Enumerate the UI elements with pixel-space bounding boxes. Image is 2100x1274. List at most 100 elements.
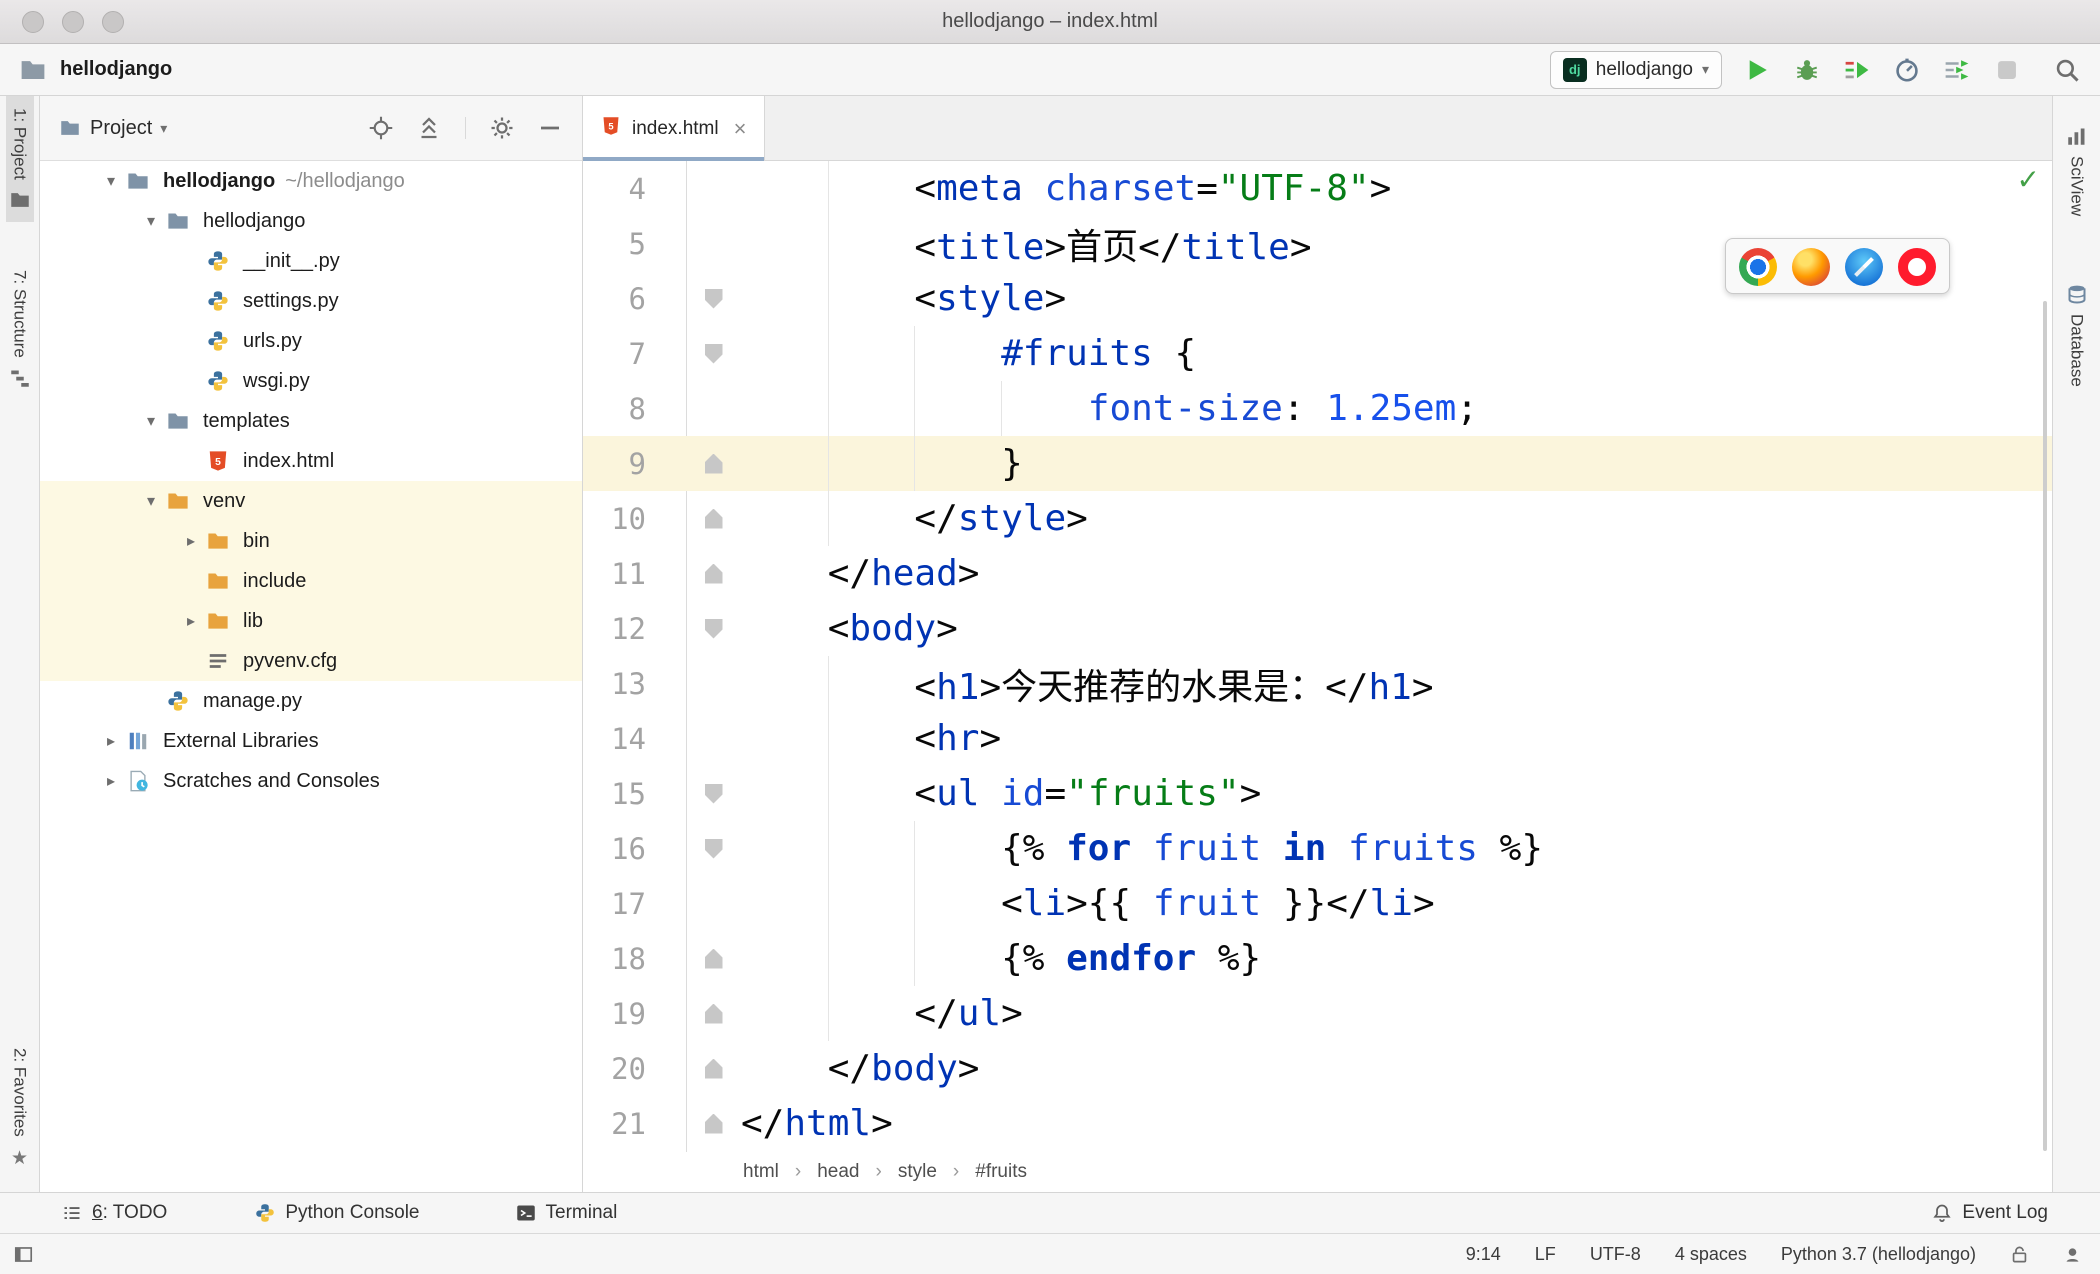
file-encoding[interactable]: UTF-8 <box>1590 1244 1641 1265</box>
hide-panel-icon[interactable] <box>538 116 562 140</box>
tree-item-settings-py[interactable]: settings.py <box>40 281 582 321</box>
fold-column[interactable] <box>686 1058 741 1079</box>
fold-column[interactable] <box>686 288 741 309</box>
opera-browser-icon[interactable] <box>1898 248 1936 286</box>
close-tab-icon[interactable]: × <box>734 116 747 142</box>
fold-column[interactable] <box>686 453 741 474</box>
editor-line-16[interactable]: 16 {% for fruit in fruits %} <box>583 821 2052 876</box>
editor-line-12[interactable]: 12 <body> <box>583 601 2052 656</box>
zoom-window-button[interactable] <box>102 11 124 33</box>
tree-item-manage-py[interactable]: manage.py <box>40 681 582 721</box>
tree-item--init-py[interactable]: __init__.py <box>40 241 582 281</box>
tree-item-bin[interactable]: ▸ bin <box>40 521 582 561</box>
debug-button[interactable] <box>1792 55 1822 85</box>
fold-column[interactable] <box>686 1003 741 1024</box>
tree-item-pyvenv-cfg[interactable]: pyvenv.cfg <box>40 641 582 681</box>
tree-item-templates[interactable]: ▾ templates <box>40 401 582 441</box>
sidebar-tab-project[interactable]: 1: Project <box>5 96 34 222</box>
tree-item-external-libraries[interactable]: ▸ External Libraries <box>40 721 582 761</box>
tree-right-arrow-icon[interactable]: ▸ <box>95 731 127 751</box>
tree-item-index-html[interactable]: 5 index.html <box>40 441 582 481</box>
python-console-tool-button[interactable]: Python Console <box>255 1202 420 1224</box>
todo-tool-button[interactable]: 6: TODO <box>62 1202 167 1224</box>
locate-file-icon[interactable] <box>369 116 393 140</box>
fold-column[interactable] <box>686 563 741 584</box>
tree-down-arrow-icon[interactable]: ▾ <box>135 211 167 231</box>
editor-line-14[interactable]: 14 <hr> <box>583 711 2052 766</box>
fold-marker-down-icon[interactable] <box>704 838 723 859</box>
line-ending[interactable]: LF <box>1535 1244 1556 1265</box>
breadcrumb-item--fruits[interactable]: #fruits <box>975 1161 1027 1183</box>
editor-line-20[interactable]: 20 </body> <box>583 1041 2052 1096</box>
run-button[interactable] <box>1742 55 1772 85</box>
tree-down-arrow-icon[interactable]: ▾ <box>135 491 167 511</box>
caret-position[interactable]: 9:14 <box>1466 1244 1501 1265</box>
fold-marker-up-icon[interactable] <box>704 453 723 474</box>
sidebar-tab-sciview[interactable]: SciView <box>2063 114 2091 228</box>
breadcrumb-item-head[interactable]: head <box>817 1161 859 1183</box>
firefox-browser-icon[interactable] <box>1792 248 1830 286</box>
fold-column[interactable] <box>686 783 741 804</box>
fold-marker-up-icon[interactable] <box>704 508 723 529</box>
fold-column[interactable] <box>686 508 741 529</box>
tree-item-venv[interactable]: ▾ venv <box>40 481 582 521</box>
tree-item-include[interactable]: include <box>40 561 582 601</box>
editor-scrollbar[interactable] <box>2043 301 2047 1151</box>
indent-setting[interactable]: 4 spaces <box>1675 1244 1747 1265</box>
fold-marker-up-icon[interactable] <box>704 1113 723 1134</box>
tree-item-lib[interactable]: ▸ lib <box>40 601 582 641</box>
fold-marker-up-icon[interactable] <box>704 563 723 584</box>
tree-right-arrow-icon[interactable]: ▸ <box>175 611 207 631</box>
chrome-browser-icon[interactable] <box>1739 248 1777 286</box>
tree-down-arrow-icon[interactable]: ▾ <box>135 411 167 431</box>
tree-item-hellodjango[interactable]: ▾ hellodjango <box>40 201 582 241</box>
inspections-ok-icon[interactable]: ✓ <box>2017 163 2040 196</box>
breadcrumb-item-style[interactable]: style <box>898 1161 937 1183</box>
toggle-stripes-button[interactable] <box>14 1245 33 1264</box>
fold-marker-up-icon[interactable] <box>704 1058 723 1079</box>
editor[interactable]: 4 <meta charset="UTF-8"> 5 <title>首页</tit… <box>583 161 2052 1152</box>
project-panel-title[interactable]: Project <box>90 117 152 140</box>
editor-line-17[interactable]: 17 <li>{{ fruit }}</li> <box>583 876 2052 931</box>
gear-icon[interactable] <box>490 116 514 140</box>
fold-marker-up-icon[interactable] <box>704 1003 723 1024</box>
fold-column[interactable] <box>686 1113 741 1134</box>
safari-browser-icon[interactable] <box>1845 248 1883 286</box>
tab-index-html[interactable]: 5 index.html × <box>583 96 766 161</box>
fold-column[interactable] <box>686 948 741 969</box>
minimize-window-button[interactable] <box>62 11 84 33</box>
fold-column[interactable] <box>686 343 741 364</box>
breadcrumb-item-html[interactable]: html <box>743 1161 779 1183</box>
run-configuration-select[interactable]: dj hellodjango ▾ <box>1549 50 1722 89</box>
interpreter[interactable]: Python 3.7 (hellodjango) <box>1781 1244 1976 1265</box>
search-everywhere-icon[interactable] <box>2052 55 2082 85</box>
sidebar-tab-favorites[interactable]: 2: Favorites ★ <box>6 1036 34 1182</box>
tree-item-scratches-and-consoles[interactable]: ▸ Scratches and Consoles <box>40 761 582 801</box>
editor-line-9[interactable]: 9 } <box>583 436 2052 491</box>
fold-marker-down-icon[interactable] <box>704 618 723 639</box>
fold-marker-down-icon[interactable] <box>704 288 723 309</box>
sidebar-tab-database[interactable]: Database <box>2063 272 2091 399</box>
collapse-all-icon[interactable] <box>417 116 441 140</box>
editor-line-8[interactable]: 8 font-size: 1.25em; <box>583 381 2052 436</box>
tree-right-arrow-icon[interactable]: ▸ <box>95 771 127 791</box>
profiler-button[interactable] <box>1892 55 1922 85</box>
fold-marker-up-icon[interactable] <box>704 948 723 969</box>
tree-item-urls-py[interactable]: urls.py <box>40 321 582 361</box>
sidebar-tab-structure[interactable]: 7: Structure <box>6 258 34 400</box>
editor-line-10[interactable]: 10 </style> <box>583 491 2052 546</box>
concurrency-diagram-button[interactable] <box>1942 55 1972 85</box>
run-with-coverage-button[interactable] <box>1842 55 1872 85</box>
editor-line-4[interactable]: 4 <meta charset="UTF-8"> <box>583 161 2052 216</box>
fold-column[interactable] <box>686 618 741 639</box>
editor-line-21[interactable]: 21 </html> <box>583 1096 2052 1151</box>
editor-line-19[interactable]: 19 </ul> <box>583 986 2052 1041</box>
editor-line-13[interactable]: 13 <h1>今天推荐的水果是：</h1> <box>583 656 2052 711</box>
highlighting-level-icon[interactable] <box>2063 1245 2082 1264</box>
terminal-tool-button[interactable]: Terminal <box>516 1202 617 1224</box>
chevron-down-icon[interactable]: ▾ <box>160 120 167 137</box>
editor-line-11[interactable]: 11 </head> <box>583 546 2052 601</box>
tree-right-arrow-icon[interactable]: ▸ <box>175 531 207 551</box>
close-window-button[interactable] <box>22 11 44 33</box>
fold-column[interactable] <box>686 838 741 859</box>
